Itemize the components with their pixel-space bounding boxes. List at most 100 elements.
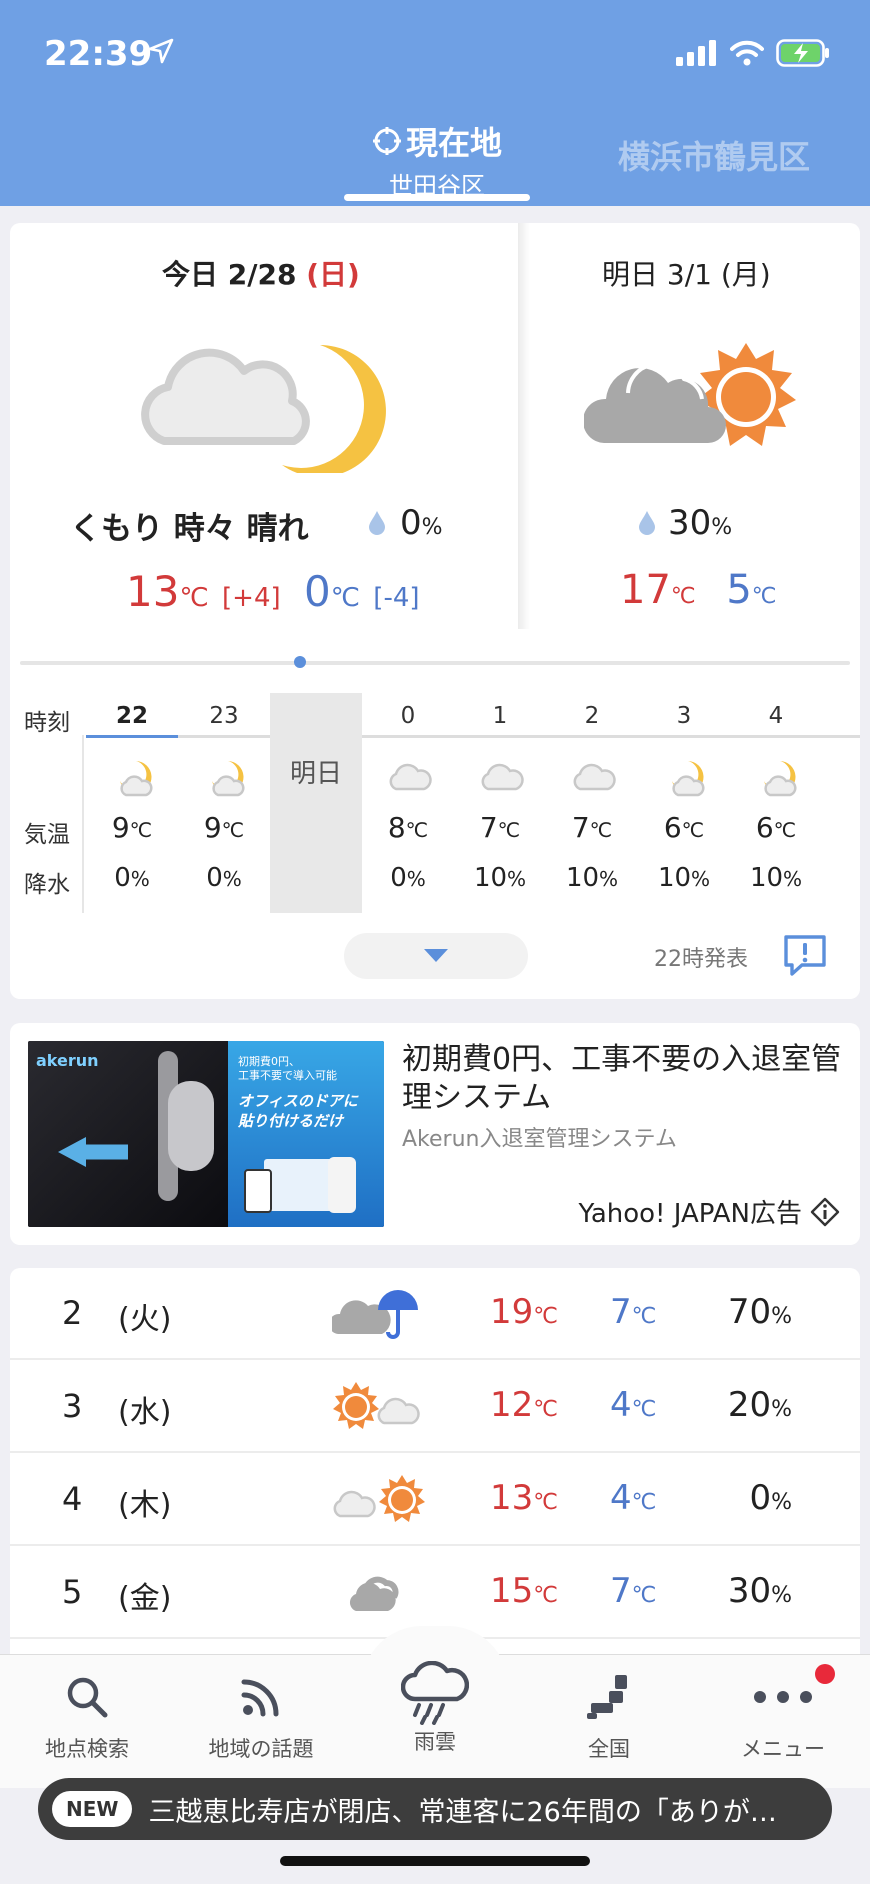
weekly-low: 7℃	[610, 1571, 657, 1611]
weekly-day: 2	[62, 1294, 83, 1332]
cloud-sun-icon	[584, 343, 796, 446]
expand-button[interactable]	[344, 933, 528, 979]
weekly-low: 4℃	[610, 1385, 657, 1425]
today-title: 今日 2/28 (日)	[162, 258, 360, 291]
ticker-text[interactable]: 三越恵比寿店が閉店、常連客に26年間の「ありが…	[148, 1790, 828, 1829]
hour-time: 0	[400, 703, 416, 729]
home-indicator[interactable]	[280, 1856, 590, 1866]
hour-temp: 9℃	[111, 811, 153, 844]
hour-rain: 10%	[749, 863, 803, 893]
weekly-weekday: (火)	[118, 1302, 172, 1337]
hour-rain: 10%	[657, 863, 711, 893]
today-weekday: (日)	[306, 258, 360, 291]
weekly-high: 15℃	[490, 1571, 558, 1611]
ad-image-line3: オフィスのドアに	[238, 1092, 358, 1110]
raindrop-icon	[369, 511, 385, 535]
cloud-icon	[386, 757, 432, 797]
nav-search-label: 地点検索	[45, 1737, 129, 1761]
weekly-day: 5	[62, 1573, 83, 1611]
weekly-row[interactable]: 2 (火) 19℃ 7℃ 70%	[10, 1268, 860, 1360]
weekly-low: 7℃	[610, 1292, 657, 1332]
weekly-high: 19℃	[490, 1292, 558, 1332]
hour-time: 22	[115, 703, 148, 729]
sun-cloud-icon	[332, 1381, 428, 1433]
moon-cloud-icon	[662, 757, 708, 797]
ad-title[interactable]: 初期費0円、工事不要の入退室管理システム	[402, 1041, 842, 1117]
weekly-rain: 20%	[727, 1385, 792, 1425]
nav-menu-label: メニュー	[741, 1737, 825, 1761]
hourly-forecast[interactable]: 時刻 気温 降水 明日 22 9℃ 0% 23 9℃ 0% 0 8℃ 0% 1 7℃ 10% 2 7℃ 10…	[10, 693, 860, 913]
location-arrow-icon	[148, 38, 174, 64]
status-icons	[676, 36, 830, 70]
nav-rain-cloud[interactable]: 雨雲	[348, 1656, 522, 1756]
news-ticker[interactable]: NEW 三越恵比寿店が閉店、常連客に26年間の「ありが…	[38, 1778, 832, 1840]
tomorrow-temps: 17℃ 5℃	[620, 567, 777, 613]
ad-card[interactable]: akerun 初期費0円、 工事不要で導入可能 オフィスのドアに 貼り付けるだけ…	[10, 1023, 860, 1245]
hour-time: 23	[209, 703, 239, 729]
cloud-icon	[570, 757, 616, 797]
forecast-card: 今日 2/28 (日) くもり 時々 晴れ 0% 13℃ [+4] 0℃ [-4…	[10, 223, 860, 999]
raindrop-icon	[639, 511, 655, 535]
ad-brand: akerun	[36, 1051, 99, 1070]
tomorrow-high: 17℃	[620, 567, 696, 613]
weekly-high: 13℃	[490, 1478, 558, 1518]
hourly-scroll-track[interactable]	[20, 661, 850, 665]
battery-charging-icon	[776, 39, 829, 67]
today-temps: 13℃ [+4] 0℃ [-4]	[126, 567, 420, 616]
hour-column: 2 7℃ 10%	[546, 693, 638, 913]
hour-time: 3	[676, 703, 692, 729]
tab-current-location[interactable]: 現在地 世田谷区	[344, 118, 530, 201]
weekly-row[interactable]: 3 (水) 12℃ 4℃ 20%	[10, 1361, 860, 1453]
chevron-down-icon	[424, 949, 448, 962]
weekly-rain: 0%	[749, 1478, 792, 1518]
nav-search[interactable]: 地点検索	[0, 1665, 174, 1763]
moon-cloud-icon	[202, 757, 248, 797]
nav-national-label: 全国	[588, 1737, 630, 1761]
moon-cloud-icon	[754, 757, 800, 797]
hour-temp: 9℃	[203, 811, 245, 844]
hour-rain: 10%	[565, 863, 619, 893]
weekly-low: 4℃	[610, 1478, 657, 1518]
hour-time: 1	[492, 703, 508, 729]
hour-temp: 6℃	[755, 811, 797, 844]
tab-indicator	[344, 194, 530, 201]
rain-cloud-icon	[401, 1661, 469, 1725]
hour-column: 4 6℃ 10%	[730, 693, 822, 913]
japan-map-icon	[587, 1675, 627, 1719]
ad-image-line1: 初期費0円、	[238, 1055, 300, 1068]
release-time: 22時発表	[654, 947, 748, 972]
weekly-weekday: (金)	[118, 1581, 172, 1616]
wifi-icon	[730, 40, 764, 66]
hour-time: 4	[768, 703, 784, 729]
ticker-new-badge: NEW	[52, 1791, 133, 1827]
row-label-temp: 気温	[24, 822, 70, 848]
tab-yokohama-tsurumi[interactable]: 横浜市鶴見区	[618, 132, 810, 178]
crosshair-icon	[372, 127, 401, 155]
search-icon	[67, 1677, 108, 1718]
weekly-row[interactable]: 4 (木) 13℃ 4℃ 0%	[10, 1454, 860, 1546]
info-icon[interactable]	[810, 1197, 840, 1227]
weekly-rain: 70%	[727, 1292, 792, 1332]
hour-temp: 6℃	[663, 811, 705, 844]
feedback-icon[interactable]	[782, 933, 828, 977]
ad-subtitle: Akerun入退室管理システム	[402, 1127, 677, 1152]
weekly-weekday: (水)	[118, 1395, 172, 1430]
hourly-label-divider	[82, 735, 84, 913]
nav-menu[interactable]: メニュー	[696, 1665, 870, 1763]
hour-temp: 8℃	[387, 811, 429, 844]
today-low: 0℃ [-4]	[304, 567, 420, 616]
ad-sponsor[interactable]: Yahoo! JAPAN広告	[579, 1193, 840, 1230]
hour-temp: 7℃	[571, 811, 613, 844]
tomorrow-title: 明日 3/1 (月)	[602, 258, 771, 291]
nav-topics[interactable]: 地域の話題	[174, 1665, 348, 1763]
ad-image[interactable]: akerun 初期費0円、 工事不要で導入可能 オフィスのドアに 貼り付けるだけ	[28, 1041, 384, 1227]
hour-temp: 7℃	[479, 811, 521, 844]
hourly-scroll-thumb[interactable]	[294, 656, 306, 668]
hour-column: 1 7℃ 10%	[454, 693, 546, 913]
signal-icon	[676, 40, 716, 66]
today-high: 13℃ [+4]	[126, 567, 281, 616]
today-condition: くもり 時々 晴れ	[70, 511, 309, 547]
nav-national[interactable]: 全国	[522, 1665, 696, 1763]
weekly-day: 3	[62, 1387, 83, 1425]
hour-column: 0 8℃ 0%	[362, 693, 454, 913]
